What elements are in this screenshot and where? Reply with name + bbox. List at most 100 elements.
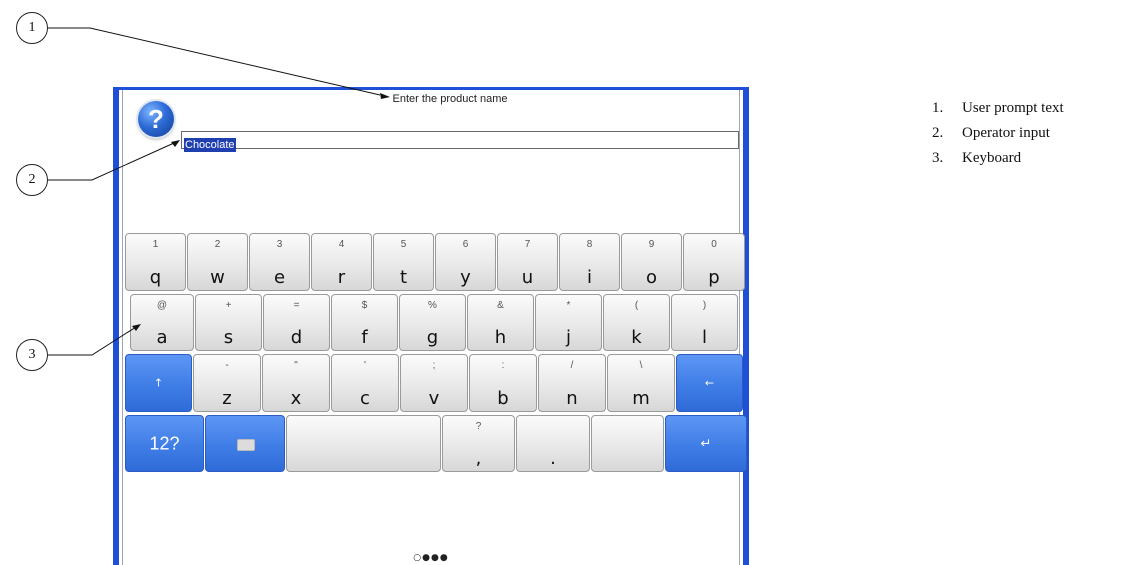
key-period[interactable]: . xyxy=(516,415,590,472)
key-secondary-label: " xyxy=(294,360,298,371)
key-e[interactable]: 3e xyxy=(249,233,310,291)
space-key[interactable] xyxy=(286,415,441,472)
key-y[interactable]: 6y xyxy=(435,233,496,291)
key-secondary-label: ; xyxy=(432,360,436,371)
key-secondary-label: @ xyxy=(156,300,168,311)
callout-2: 2 xyxy=(16,164,48,196)
key-t[interactable]: 5t xyxy=(373,233,434,291)
shift-key[interactable]: ↑ xyxy=(125,354,192,412)
key-p[interactable]: 0p xyxy=(683,233,745,291)
key-w[interactable]: 2w xyxy=(187,233,248,291)
key-primary-label: u xyxy=(521,267,534,288)
key-primary-label: z xyxy=(222,388,232,409)
key-primary-label: r xyxy=(337,267,346,288)
enter-arrow-icon: ↵ xyxy=(700,436,712,451)
key-primary-label: g xyxy=(426,327,439,348)
blank-key[interactable] xyxy=(591,415,664,472)
key-secondary-label: 9 xyxy=(648,239,655,250)
key-primary-label: c xyxy=(360,388,370,409)
mode-switch-key[interactable]: 12? xyxy=(125,415,204,472)
backspace-key[interactable]: ← xyxy=(676,354,743,412)
key-secondary-label: - xyxy=(225,360,229,371)
keyboard-hide-icon xyxy=(237,438,255,451)
key-primary-label: h xyxy=(494,327,507,348)
key-secondary-label: & xyxy=(497,300,504,311)
key-r[interactable]: 4r xyxy=(311,233,372,291)
key-primary-label: . xyxy=(550,448,556,469)
key-primary-label: w xyxy=(210,267,225,288)
key-i[interactable]: 8i xyxy=(559,233,620,291)
enter-key[interactable]: ↵ xyxy=(665,415,747,472)
key-primary-label: j xyxy=(565,327,571,348)
key-secondary-label: % xyxy=(428,300,437,311)
input-value: Chocolate xyxy=(184,138,236,152)
key-g[interactable]: % g xyxy=(399,294,466,351)
key-h[interactable]: & h xyxy=(467,294,534,351)
key-secondary-label: 1 xyxy=(152,239,159,250)
key-comma[interactable]: ?, xyxy=(442,415,515,472)
key-secondary-label: 0 xyxy=(711,239,717,250)
page-indicator: ○●●● xyxy=(413,553,449,563)
key-c[interactable]: ' c xyxy=(331,354,399,412)
user-prompt-text: Enter the product name xyxy=(392,93,508,105)
key-b[interactable]: :b xyxy=(469,354,537,412)
key-a[interactable]: @ a xyxy=(130,294,194,351)
key-secondary-label: / xyxy=(570,360,574,371)
key-primary-label: v xyxy=(428,388,440,409)
key-secondary-label: ? xyxy=(475,421,482,432)
key-secondary-label: 7 xyxy=(524,239,531,250)
key-primary-label: x xyxy=(290,388,302,409)
key-primary-label: s xyxy=(223,327,234,348)
operator-input-field[interactable]: Chocolate xyxy=(181,131,739,152)
key-primary-label: f xyxy=(361,327,368,348)
key-primary-label: l xyxy=(701,327,707,348)
callout-1: 1 xyxy=(16,12,48,44)
key-s[interactable]: + s xyxy=(195,294,262,351)
key-z[interactable]: -z xyxy=(193,354,261,412)
key-d[interactable]: = d xyxy=(263,294,330,351)
key-primary-label: q xyxy=(149,267,162,288)
key-primary-label: k xyxy=(631,327,642,348)
key-secondary-label: $ xyxy=(361,300,368,311)
key-secondary-label: \ xyxy=(639,360,643,371)
key-primary-label: b xyxy=(497,388,509,409)
callout-3: 3 xyxy=(16,339,48,371)
key-secondary-label: ( xyxy=(634,300,639,311)
key-secondary-label: + xyxy=(225,300,232,311)
device-screen: ? Enter the product name Chocolate 1q 2w… xyxy=(113,87,749,565)
backspace-arrow-icon: ← xyxy=(704,376,715,390)
key-primary-label: y xyxy=(460,267,471,288)
key-secondary-label: ' xyxy=(364,360,366,371)
key-secondary-label: 6 xyxy=(462,239,469,250)
key-secondary-label: 2 xyxy=(214,239,221,250)
key-q[interactable]: 1q xyxy=(125,233,186,291)
key-m[interactable]: \ m xyxy=(607,354,675,412)
key-n[interactable]: / n xyxy=(538,354,606,412)
key-primary-label: m xyxy=(632,388,650,409)
key-secondary-label: : xyxy=(501,360,505,371)
key-v[interactable]: ; v xyxy=(400,354,468,412)
key-j[interactable]: * j xyxy=(535,294,602,351)
key-secondary-label: 4 xyxy=(338,239,345,250)
key-f[interactable]: $ f xyxy=(331,294,398,351)
question-mark-icon[interactable]: ? xyxy=(138,101,174,137)
hide-keyboard-key[interactable] xyxy=(205,415,285,472)
key-primary-label: p xyxy=(708,267,720,288)
key-secondary-label: = xyxy=(293,300,300,311)
key-secondary-label: * xyxy=(566,300,571,311)
key-u[interactable]: 7u xyxy=(497,233,558,291)
key-k[interactable]: (k xyxy=(603,294,670,351)
key-o[interactable]: 9o xyxy=(621,233,682,291)
key-secondary-label: 8 xyxy=(586,239,593,250)
leader-line-1 xyxy=(48,27,381,96)
key-x[interactable]: " x xyxy=(262,354,330,412)
key-secondary-label: ) xyxy=(702,300,707,311)
key-primary-label: i xyxy=(586,267,592,288)
key-primary-label: d xyxy=(290,327,303,348)
on-screen-keyboard: 1q 2w 3e 4r 5t 6y 7u 8i 9o 0p @ a + s = d $… xyxy=(125,233,747,473)
key-primary-label: e xyxy=(273,267,286,288)
screen-content: ? Enter the product name Chocolate 1q 2w… xyxy=(122,90,747,565)
key-l[interactable]: ) l xyxy=(671,294,738,351)
key-primary-label: , xyxy=(475,448,482,469)
key-primary-label: n xyxy=(566,388,578,409)
